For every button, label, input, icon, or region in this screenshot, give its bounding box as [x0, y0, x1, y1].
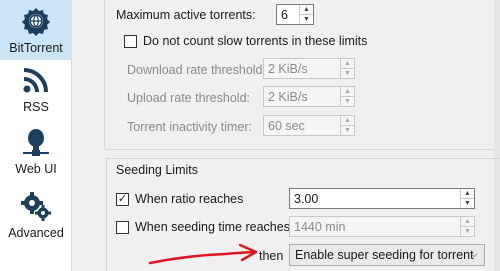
web-ui-icon: [18, 124, 54, 160]
ratio-value: 3.00: [294, 191, 319, 206]
spin-up-icon[interactable]: ▲: [341, 116, 354, 125]
gears-icon: [18, 188, 54, 224]
upload-threshold-value: 2 KiB/s: [268, 89, 308, 104]
then-label: then: [259, 249, 284, 263]
inactivity-timer-row: Torrent inactivity timer:: [127, 120, 252, 134]
download-threshold-label: Download rate threshold:: [127, 63, 266, 77]
spin-up-icon[interactable]: ▲: [341, 59, 354, 68]
inactivity-timer-value: 60 sec: [268, 118, 305, 133]
spin-up-icon[interactable]: ▲: [341, 87, 354, 96]
spin-down-icon[interactable]: ▼: [461, 198, 474, 208]
sidebar-item-bittorrent[interactable]: BitTorrent: [0, 0, 72, 60]
spin-down-icon[interactable]: ▼: [341, 68, 354, 78]
seeding-limits-title: Seeding Limits: [116, 163, 198, 177]
rss-icon: [18, 62, 54, 98]
spin-up-icon[interactable]: ▲: [461, 189, 474, 198]
seeding-action-dropdown[interactable]: Enable super seeding for torrent ⌵: [289, 244, 485, 266]
ratio-spinbox[interactable]: 3.00 ▲ ▼: [289, 188, 475, 209]
slow-torrents-row[interactable]: Do not count slow torrents in these limi…: [124, 34, 367, 48]
max-active-label: Maximum active torrents:: [116, 8, 256, 22]
spin-down-icon[interactable]: ▼: [461, 226, 474, 236]
sidebar: BitTorrent RSS Web UI Advanced: [0, 0, 72, 271]
sidebar-item-label: RSS: [23, 100, 49, 114]
spin-down-icon[interactable]: ▼: [341, 125, 354, 135]
spin-down-icon[interactable]: ▼: [300, 14, 313, 24]
max-active-value: 6: [281, 7, 288, 22]
slow-torrents-label: Do not count slow torrents in these limi…: [143, 34, 368, 48]
seeding-time-value: 1440 min: [294, 219, 346, 234]
upload-threshold-row: Upload rate threshold:: [127, 91, 250, 105]
ratio-label: When ratio reaches: [135, 192, 244, 206]
sidebar-item-advanced[interactable]: Advanced: [0, 188, 72, 248]
spin-up-icon[interactable]: ▲: [300, 5, 313, 14]
sidebar-item-web-ui[interactable]: Web UI: [0, 124, 72, 182]
inactivity-timer-spinbox[interactable]: 60 sec ▲ ▼: [263, 115, 355, 136]
chevron-down-icon: ⌵: [470, 249, 478, 260]
sidebar-item-rss[interactable]: RSS: [0, 62, 72, 118]
seeding-time-checkbox[interactable]: [116, 220, 129, 234]
max-active-torrents-spinbox[interactable]: 6 ▲ ▼: [276, 4, 314, 25]
spin-up-icon[interactable]: ▲: [461, 217, 474, 226]
upload-threshold-spinbox[interactable]: 2 KiB/s ▲ ▼: [263, 86, 355, 107]
slow-torrents-checkbox[interactable]: [124, 34, 137, 48]
sidebar-item-label: Web UI: [15, 162, 57, 176]
download-threshold-value: 2 KiB/s: [268, 61, 308, 76]
spin-down-icon[interactable]: ▼: [341, 96, 354, 106]
sidebar-item-label: Advanced: [8, 226, 64, 240]
seeding-time-spinbox[interactable]: 1440 min ▲ ▼: [289, 216, 475, 237]
upload-threshold-label: Upload rate threshold:: [127, 91, 250, 105]
download-threshold-spinbox[interactable]: 2 KiB/s ▲ ▼: [263, 58, 355, 79]
ratio-row[interactable]: ✓ When ratio reaches: [116, 192, 243, 206]
seeding-action-value: Enable super seeding for torrent: [295, 248, 474, 262]
gear-globe-icon: [18, 3, 54, 39]
inactivity-timer-label: Torrent inactivity timer:: [127, 120, 253, 134]
seeding-time-label: When seeding time reaches: [135, 220, 290, 234]
sidebar-item-label: BitTorrent: [9, 41, 63, 55]
download-threshold-row: Download rate threshold:: [127, 63, 266, 77]
seeding-time-row[interactable]: When seeding time reaches: [116, 220, 290, 234]
ratio-checkbox[interactable]: ✓: [116, 192, 129, 206]
max-active-row: Maximum active torrents:: [116, 8, 256, 22]
